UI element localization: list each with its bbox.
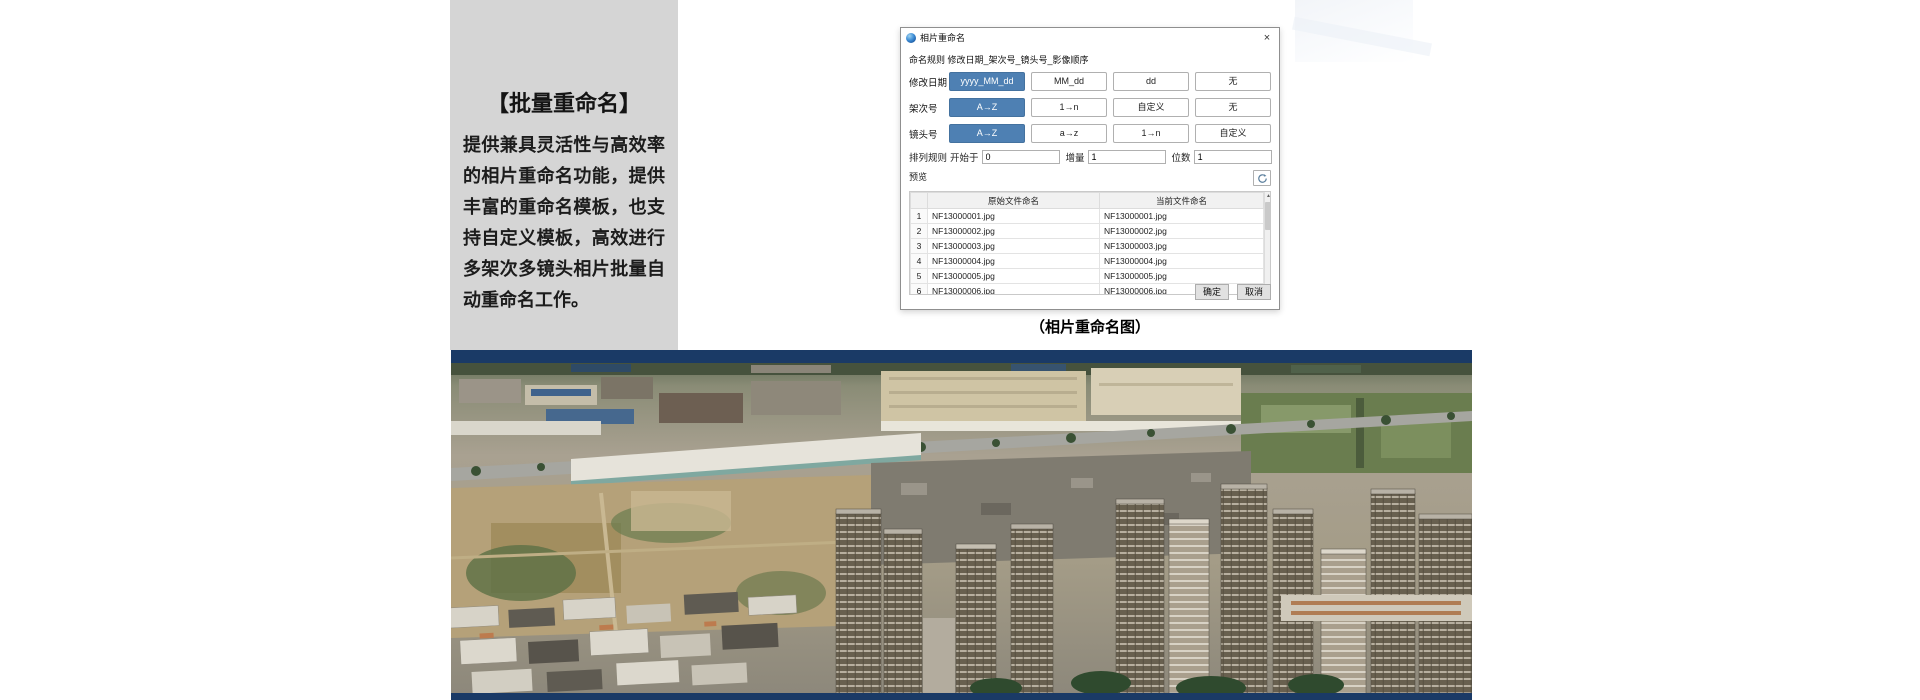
dialog-title: 相片重命名 [920, 31, 965, 44]
table-row[interactable]: 1 NF13000001.jpg NF13000001.jpg [911, 209, 1264, 224]
scroll-up-icon[interactable]: ▲ [1265, 192, 1271, 201]
cell-original: NF13000004.jpg [928, 254, 1100, 269]
cell-index: 3 [911, 239, 928, 254]
cell-index: 5 [911, 269, 928, 284]
row-label-sortie: 架次号 [909, 101, 949, 115]
digits-label: 位数 [1172, 150, 1191, 164]
dialog-footer: 确定 取消 [1187, 284, 1271, 300]
header-current-name: 当前文件命名 [1100, 193, 1264, 209]
table-row[interactable]: 5 NF13000005.jpg NF13000005.jpg [911, 269, 1264, 284]
scrollbar-thumb[interactable] [1265, 202, 1271, 230]
arrange-rule-row: 排列规则 开始于 增量 位数 [909, 150, 1271, 164]
option-row-lens: 镜头号 A→Z a→z 1→n 自定义 [909, 124, 1271, 143]
dialog-titlebar[interactable]: 相片重命名 × [901, 28, 1279, 47]
cell-original: NF13000001.jpg [928, 209, 1100, 224]
start-input[interactable] [982, 150, 1060, 164]
photo-frame-top-bar [451, 350, 1472, 363]
option-button-sortie-3[interactable]: 无 [1195, 98, 1271, 117]
arrange-label: 排列规则 [909, 150, 947, 164]
ok-button[interactable]: 确定 [1195, 284, 1229, 300]
option-row-date: 修改日期 yyyy_MM_dd MM_dd dd 无 [909, 72, 1271, 91]
option-button-lens-1[interactable]: a→z [1031, 124, 1107, 143]
preview-label: 预览 [909, 170, 927, 183]
refresh-button[interactable] [1253, 170, 1271, 186]
option-button-sortie-0[interactable]: A→Z [949, 98, 1025, 117]
cell-original: NF13000005.jpg [928, 269, 1100, 284]
option-button-date-1[interactable]: MM_dd [1031, 72, 1107, 91]
option-button-date-0[interactable]: yyyy_MM_dd [949, 72, 1025, 91]
option-button-lens-2[interactable]: 1→n [1113, 124, 1189, 143]
start-label: 开始于 [950, 150, 979, 164]
app-icon [906, 33, 916, 43]
row-label-date: 修改日期 [909, 75, 949, 89]
table-header-row: 原始文件命名 当前文件命名 [911, 193, 1264, 209]
naming-rule-line: 命名规则 修改日期_架次号_镜头号_影像顺序 [909, 53, 1271, 66]
refresh-icon [1257, 173, 1268, 184]
header-index [911, 193, 928, 209]
option-button-date-3[interactable]: 无 [1195, 72, 1271, 91]
aerial-city-photo [451, 363, 1472, 693]
table-scrollbar[interactable]: ▲ ▼ [1264, 192, 1271, 294]
increment-input[interactable] [1088, 150, 1166, 164]
option-button-date-2[interactable]: dd [1113, 72, 1189, 91]
increment-label: 增量 [1066, 150, 1085, 164]
feature-title: 【批量重命名】 [450, 86, 678, 118]
cell-index: 4 [911, 254, 928, 269]
cell-index: 1 [911, 209, 928, 224]
naming-rule-label: 命名规则 [909, 55, 945, 65]
cell-current: NF13000002.jpg [1100, 224, 1264, 239]
aerial-city-illustration [451, 363, 1472, 693]
table-row[interactable]: 4 NF13000004.jpg NF13000004.jpg [911, 254, 1264, 269]
cell-index: 6 [911, 284, 928, 296]
digits-input[interactable] [1194, 150, 1272, 164]
figure-caption: （相片重命名图） [900, 316, 1280, 337]
option-button-lens-0[interactable]: A→Z [949, 124, 1025, 143]
preview-table: 原始文件命名 当前文件命名 1 NF13000001.jpg NF1300000… [909, 191, 1271, 295]
preview-row: 预览 [909, 170, 1271, 188]
close-icon[interactable]: × [1260, 31, 1274, 45]
photo-rename-dialog: 相片重命名 × 命名规则 修改日期_架次号_镜头号_影像顺序 修改日期 yyyy… [900, 27, 1280, 310]
table-row[interactable]: 3 NF13000003.jpg NF13000003.jpg [911, 239, 1264, 254]
cell-current: NF13000004.jpg [1100, 254, 1264, 269]
option-row-sortie: 架次号 A→Z 1→n 自定义 无 [909, 98, 1271, 117]
feature-description: 提供兼具灵活性与高效率的相片重命名功能，提供丰富的重命名模板，也支持自定义模板，… [463, 130, 665, 316]
option-button-sortie-1[interactable]: 1→n [1031, 98, 1107, 117]
cell-original: NF13000006.jpg [928, 284, 1100, 296]
cell-current: NF13000005.jpg [1100, 269, 1264, 284]
cell-current: NF13000003.jpg [1100, 239, 1264, 254]
cell-original: NF13000003.jpg [928, 239, 1100, 254]
cell-original: NF13000002.jpg [928, 224, 1100, 239]
cancel-button[interactable]: 取消 [1237, 284, 1271, 300]
option-button-sortie-2[interactable]: 自定义 [1113, 98, 1189, 117]
dialog-body: 命名规则 修改日期_架次号_镜头号_影像顺序 修改日期 yyyy_MM_dd M… [901, 47, 1279, 305]
feature-panel: 【批量重命名】 提供兼具灵活性与高效率的相片重命名功能，提供丰富的重命名模板，也… [450, 0, 678, 350]
row-label-lens: 镜头号 [909, 127, 949, 141]
cell-current: NF13000001.jpg [1100, 209, 1264, 224]
table-row[interactable]: 2 NF13000002.jpg NF13000002.jpg [911, 224, 1264, 239]
header-original-name: 原始文件命名 [928, 193, 1100, 209]
cell-index: 2 [911, 224, 928, 239]
photo-frame-bottom-bar [451, 693, 1472, 700]
option-button-lens-3[interactable]: 自定义 [1195, 124, 1271, 143]
naming-rule-value: 修改日期_架次号_镜头号_影像顺序 [948, 55, 1089, 65]
